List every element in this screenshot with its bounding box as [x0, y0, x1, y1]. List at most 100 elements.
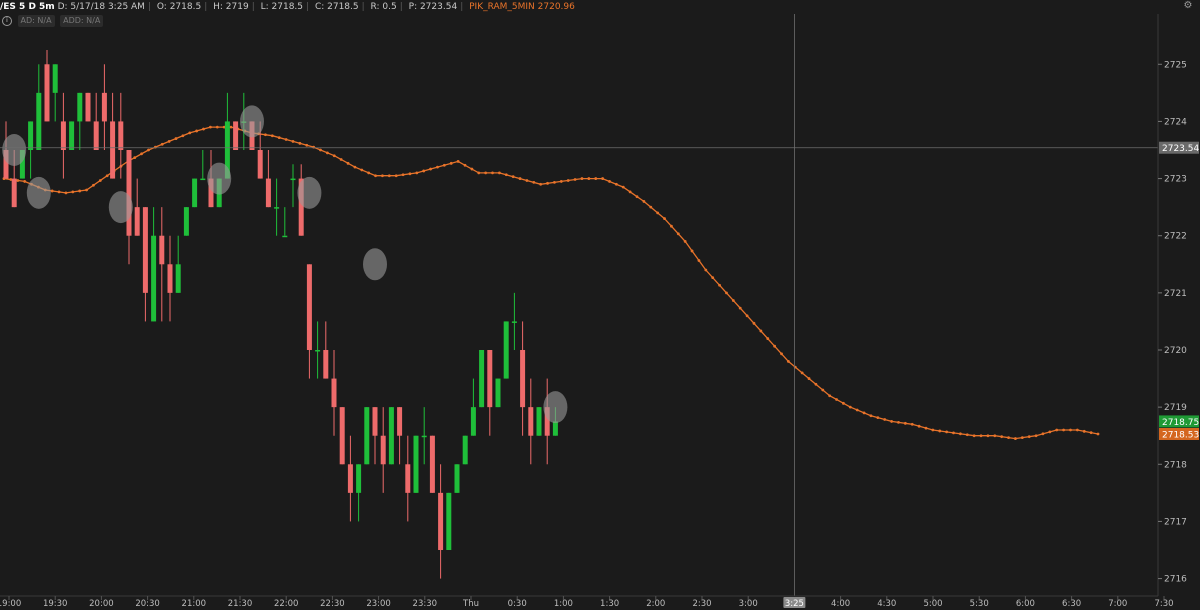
ma-point [422, 169, 426, 173]
ma-point [1082, 429, 1086, 433]
ma-point [718, 283, 721, 287]
x-tick-label: 7:30 [1154, 599, 1173, 609]
ma-point [215, 125, 219, 129]
y-tick-label: 2718 [1164, 460, 1187, 470]
ma-point [394, 174, 398, 178]
candle-up [364, 407, 370, 465]
ma-point [910, 422, 914, 426]
ma-point [1007, 436, 1010, 440]
x-tick-label: 20:00 [89, 599, 114, 609]
x-tick-label: 3:25 [785, 599, 804, 609]
x-tick-label: 6:00 [1016, 599, 1035, 609]
ma-point [635, 195, 639, 199]
date-field: D: 5/17/18 3:25 AM [57, 2, 145, 12]
ad-label: AD: N/A [17, 15, 55, 27]
indicator-subheader: i AD: N/A ADD: N/A [2, 15, 104, 27]
crosshair-price-field: P: 2723.54 [408, 2, 458, 12]
candle-down [11, 178, 17, 208]
ma-point [931, 428, 935, 432]
ma-point [532, 180, 536, 184]
x-tick-label: 23:00 [366, 599, 391, 609]
ma-point [195, 129, 199, 133]
ma-point [972, 434, 976, 438]
candle-up [274, 207, 280, 209]
ma-point [456, 160, 460, 163]
candle-up [470, 407, 476, 436]
ma-point [381, 174, 384, 178]
settings-icon[interactable]: ⚙ [1182, 0, 1194, 12]
ma-point [621, 185, 625, 189]
candle-down [438, 492, 444, 550]
x-tick-label: 21:00 [182, 599, 207, 609]
candle-down [429, 435, 435, 493]
candle-up [388, 407, 394, 465]
ma-point [731, 299, 735, 302]
symbol-label[interactable]: /ES 5 D 5m [0, 2, 55, 12]
candle-up [282, 235, 288, 238]
ma-point [429, 167, 432, 171]
study-name[interactable]: PIK_RAM_5MIN [469, 2, 535, 12]
ma-point [181, 134, 185, 138]
ma-point [828, 394, 832, 398]
y-tick-label: 2725 [1164, 60, 1187, 70]
ma-point [993, 434, 997, 438]
info-icon[interactable]: i [2, 15, 12, 26]
ma-point [64, 191, 68, 195]
ma-point [497, 171, 501, 175]
highlight-ellipse [297, 176, 322, 209]
ma-point [209, 125, 212, 129]
candle-down [372, 407, 378, 436]
ma-point [752, 321, 756, 325]
candle-up [36, 92, 42, 150]
ma-point [580, 177, 584, 180]
ma-point [780, 352, 783, 356]
candle-up [413, 435, 419, 493]
ma-point [270, 134, 274, 138]
ma-point [1048, 430, 1052, 434]
ma-point [339, 158, 343, 161]
ma-point [105, 174, 109, 178]
candle-up [175, 264, 181, 293]
ma-point [986, 434, 990, 438]
ma-point [1034, 434, 1038, 438]
y-tick-label: 2716 [1164, 575, 1187, 585]
x-tick-label: 4:30 [877, 599, 896, 609]
ma-point [1062, 428, 1065, 432]
ma-point [1000, 435, 1004, 439]
ma-point [491, 171, 494, 175]
x-tick-label: 2:00 [646, 599, 665, 609]
x-tick-label: Thu [462, 599, 479, 609]
x-tick-label: 2:30 [692, 599, 711, 609]
ma-point [773, 344, 777, 348]
ma-point [1020, 436, 1024, 440]
highlight-ellipse [543, 391, 568, 424]
ma-point [442, 163, 446, 167]
y-tick-label: 2721 [1164, 289, 1187, 299]
candle-up [446, 492, 452, 550]
ma-point [697, 259, 701, 262]
x-tick-label: 22:30 [320, 599, 345, 609]
candle-down [528, 407, 534, 436]
ma-point [704, 268, 708, 272]
ma-point [504, 173, 508, 177]
ma-point [71, 190, 75, 194]
highlight-ellipse [207, 162, 232, 195]
y-tick-label: 2723 [1164, 175, 1187, 185]
price-chart[interactable]: 2716 2717 2718 2719 2720 2721 2722 2723 2724 2725… [0, 0, 1200, 610]
ma-point [649, 205, 653, 209]
ma-point [277, 136, 281, 140]
candle-up [315, 350, 321, 352]
study-value-badge: 2718.53 [1162, 431, 1199, 441]
ma-point [140, 152, 144, 156]
ma-point [938, 429, 942, 433]
ma-point [800, 371, 804, 375]
low-field: L: 2718.5 [260, 2, 304, 12]
ma-point [738, 306, 742, 310]
candle-up [200, 178, 206, 181]
ma-point [711, 276, 715, 280]
x-tick-label: 19:30 [43, 599, 68, 609]
ma-point [869, 414, 873, 418]
highlight-ellipse [2, 134, 27, 166]
candle-down [60, 121, 66, 150]
ma-point [601, 177, 605, 180]
